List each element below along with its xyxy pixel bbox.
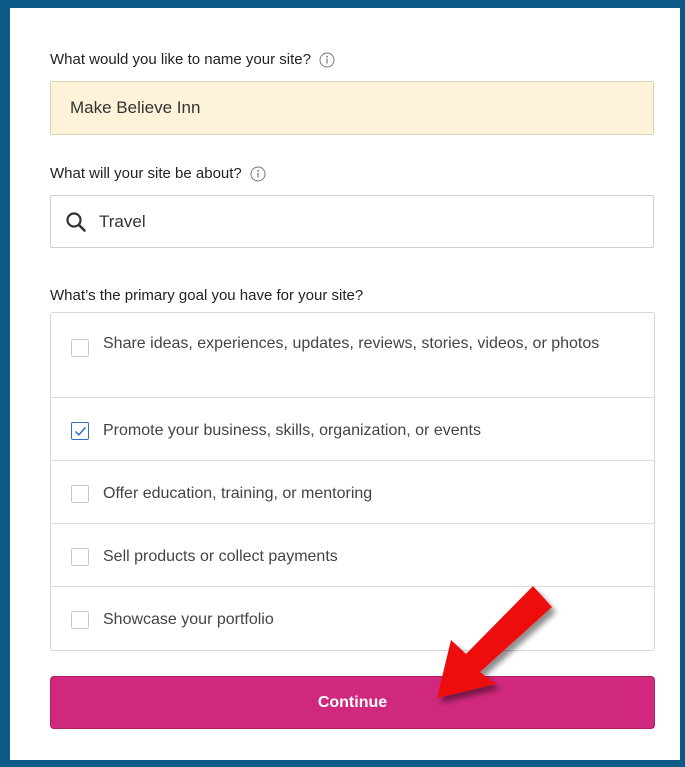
site-name-value: Make Believe Inn <box>70 98 201 117</box>
goal-checkbox[interactable] <box>71 611 89 629</box>
goal-checkbox[interactable] <box>71 548 89 566</box>
site-name-input[interactable]: Make Believe Inn <box>50 81 654 135</box>
goal-option-sell[interactable]: Sell products or collect payments <box>51 523 654 587</box>
goal-checkbox-checked[interactable] <box>71 422 89 440</box>
goal-option-promote[interactable]: Promote your business, skills, organizat… <box>51 397 654 461</box>
site-topic-value: Travel <box>99 211 146 231</box>
goal-option-label: Promote your business, skills, organizat… <box>103 422 481 439</box>
info-icon[interactable] <box>319 52 335 68</box>
site-topic-label-text: What will your site be about? <box>50 165 242 182</box>
site-setup-panel: What would you like to name your site? M… <box>10 8 680 760</box>
goal-option-education[interactable]: Offer education, training, or mentoring <box>51 460 654 524</box>
goal-option-share[interactable]: Share ideas, experiences, updates, revie… <box>51 313 654 397</box>
continue-button-label: Continue <box>317 693 388 711</box>
goal-option-label: Share ideas, experiences, updates, revie… <box>103 335 600 352</box>
site-name-label: What would you like to name your site? <box>50 51 335 68</box>
red-arrow-icon <box>437 586 552 698</box>
search-icon <box>66 211 86 232</box>
goal-option-label: Offer education, training, or mentoring <box>103 485 373 502</box>
checkmark-icon <box>74 426 86 436</box>
info-icon[interactable] <box>250 166 266 182</box>
goal-checkbox[interactable] <box>71 485 89 503</box>
goal-option-label: Sell products or collect payments <box>103 548 338 565</box>
primary-goal-label: What’s the primary goal you have for you… <box>50 287 363 304</box>
goal-checkbox[interactable] <box>71 339 89 357</box>
site-topic-label: What will your site be about? <box>50 165 266 182</box>
site-topic-input[interactable]: Travel <box>50 195 654 248</box>
site-name-label-text: What would you like to name your site? <box>50 51 311 68</box>
primary-goal-label-text: What’s the primary goal you have for you… <box>50 287 364 304</box>
